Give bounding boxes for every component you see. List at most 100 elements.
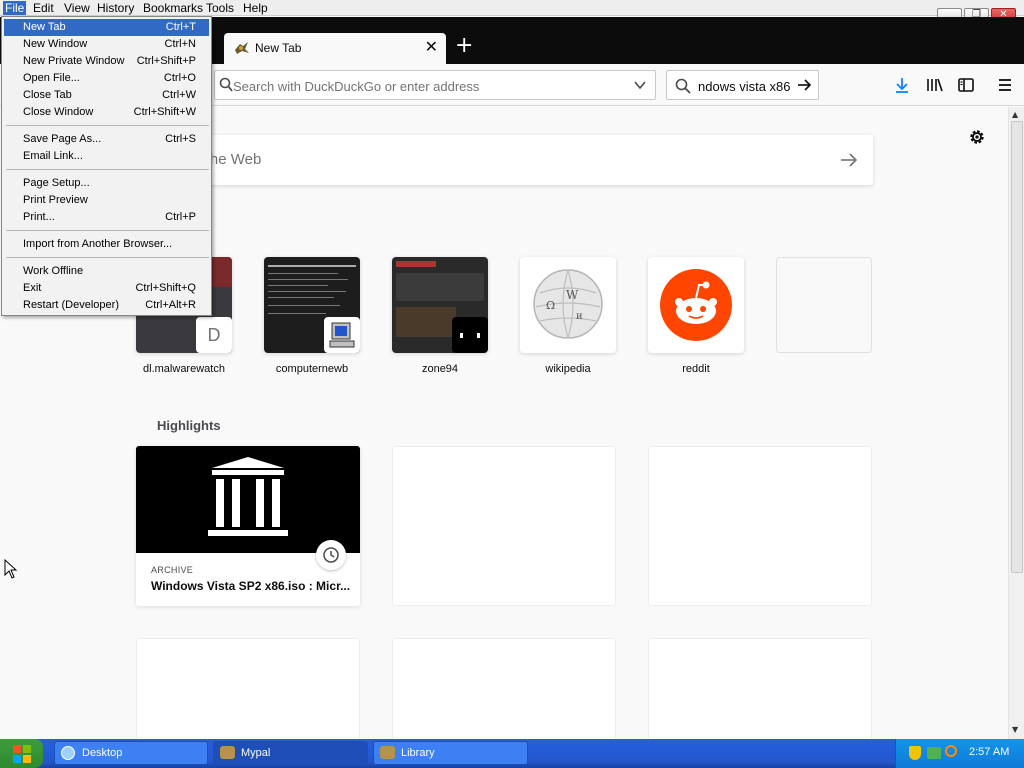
new-tab-plus-icon[interactable]: + (455, 35, 473, 57)
reddit-logo-icon (648, 257, 744, 353)
zone94-logo-icon (452, 317, 488, 353)
site-thumbnail (264, 257, 360, 353)
menu-item-save-page-as[interactable]: Save Page As... Ctrl+S (4, 131, 209, 148)
system-clock[interactable]: 2:57 AM (969, 746, 1009, 758)
top-site-label: reddit (682, 363, 710, 375)
search-tray-icon[interactable] (945, 745, 957, 757)
archive-thumbnail (136, 446, 360, 553)
gear-icon[interactable] (967, 127, 987, 147)
menu-item-import-browser[interactable]: Import from Another Browser... (4, 236, 209, 253)
security-shield-icon[interactable] (909, 746, 921, 760)
highlight-placeholder (136, 638, 360, 739)
site-badge: D (196, 317, 232, 353)
close-tab-icon[interactable]: ✕ (425, 37, 438, 56)
archive-building-icon (208, 457, 288, 536)
highlight-placeholder (392, 638, 616, 739)
top-site-label: computernewb (275, 363, 349, 375)
menu-separator (6, 125, 209, 126)
menu-view[interactable]: View (64, 1, 90, 15)
top-site-zone94[interactable]: zone94 (392, 257, 488, 375)
menu-file[interactable]: File (3, 1, 27, 15)
highlight-context: ARCHIVE (151, 565, 194, 575)
site-thumbnail (392, 257, 488, 353)
taskbar-button-label: Library (401, 747, 435, 759)
sidebar-icon[interactable] (958, 77, 974, 93)
url-bar[interactable]: Search with DuckDuckGo or enter address (214, 70, 656, 100)
scroll-down-arrow-icon[interactable]: ▼ (1012, 725, 1018, 734)
arrow-right-icon[interactable] (796, 77, 812, 93)
top-site-label: dl.malwarewatch (143, 363, 225, 375)
search-bar[interactable]: ndows vista x86 (666, 70, 819, 100)
search-icon (219, 77, 233, 92)
menu-help[interactable]: Help (243, 1, 268, 15)
network-icon[interactable] (927, 747, 941, 759)
highlights-heading: Highlights (157, 418, 221, 433)
top-site-empty[interactable] (776, 257, 872, 353)
menu-item-work-offline[interactable]: Work Offline (4, 263, 209, 280)
svg-text:и: и (576, 311, 583, 322)
svg-text:W: W (566, 288, 579, 302)
menu-item-print-preview[interactable]: Print Preview (4, 192, 209, 209)
chevron-down-icon[interactable] (633, 78, 647, 92)
clock-icon (316, 540, 346, 570)
menu-item-close-window[interactable]: Close Window Ctrl+Shift+W (4, 104, 209, 121)
menu-item-new-private-window[interactable]: New Private Window Ctrl+Shift+P (4, 53, 209, 70)
menu-edit[interactable]: Edit (33, 1, 54, 15)
start-button[interactable] (0, 739, 43, 768)
hamburger-menu-icon[interactable] (998, 77, 1012, 93)
svg-text:Ω: Ω (546, 299, 555, 312)
computer-icon (324, 317, 360, 353)
menu-tools[interactable]: Tools (206, 1, 234, 15)
tab-title: New Tab (255, 41, 302, 55)
menu-item-new-window[interactable]: New Window Ctrl+N (4, 36, 209, 53)
menu-item-open-file[interactable]: Open File... Ctrl+O (4, 70, 209, 87)
download-icon[interactable] (894, 77, 910, 93)
menu-item-new-tab[interactable]: New Tab Ctrl+T (4, 19, 209, 36)
mouse-cursor-icon (4, 559, 18, 579)
desktop-icon (61, 746, 75, 760)
top-site-wikipedia[interactable]: Ω W и wikipedia (520, 257, 616, 375)
system-tray: 2:57 AM (895, 739, 1024, 768)
scroll-up-arrow-icon[interactable]: ▲ (1012, 110, 1018, 119)
highlight-card[interactable]: ARCHIVE Windows Vista SP2 x86.iso : Micr… (136, 446, 360, 606)
menu-bookmarks[interactable]: Bookmarks (143, 1, 203, 15)
menu-separator (6, 169, 209, 170)
top-site-label: zone94 (421, 363, 459, 375)
file-menu-dropdown: New Tab Ctrl+T New Window Ctrl+N New Priva… (1, 16, 212, 316)
menu-separator (6, 230, 209, 231)
menubar: File Edit View History Bookmarks Tools H… (0, 0, 1024, 16)
menu-item-email-link[interactable]: Email Link... (4, 148, 209, 165)
menu-item-restart-developer[interactable]: Restart (Developer) Ctrl+Alt+R (4, 297, 209, 314)
top-site-label: wikipedia (545, 363, 591, 375)
taskbar-button-label: Desktop (82, 747, 123, 759)
search-bar-value: ndows vista x86 (698, 79, 791, 94)
menu-history[interactable]: History (97, 1, 134, 15)
url-bar-placeholder: Search with DuckDuckGo or enter address (233, 79, 480, 94)
menu-item-exit[interactable]: Exit Ctrl+Shift+Q (4, 280, 209, 297)
taskbar-button-desktop[interactable]: Desktop (54, 741, 208, 765)
wikipedia-globe-icon: Ω W и (520, 257, 616, 353)
mypal-icon (380, 746, 395, 759)
top-site-reddit[interactable]: reddit (648, 257, 744, 375)
mypal-icon (220, 746, 235, 759)
highlight-title: Windows Vista SP2 x86.iso : Micr... (151, 579, 351, 593)
vertical-scrollbar[interactable]: ▲ ▼ (1008, 107, 1024, 739)
scrollbar-thumb[interactable] (1011, 121, 1023, 573)
highlight-placeholder (392, 446, 616, 606)
taskbar-button-label: Mypal (241, 747, 271, 759)
web-search-box[interactable]: Search the Web (134, 135, 873, 185)
highlight-placeholder (648, 446, 872, 606)
arrow-right-icon[interactable] (839, 150, 859, 170)
search-icon (675, 78, 691, 94)
menu-item-print[interactable]: Print... Ctrl+P (4, 209, 209, 226)
taskbar-button-mypal[interactable]: Mypal (213, 741, 368, 765)
menu-item-close-tab[interactable]: Close Tab Ctrl+W (4, 87, 209, 104)
empty-site-slot (776, 257, 872, 353)
highlight-placeholder (648, 638, 872, 739)
menu-item-page-setup[interactable]: Page Setup... (4, 175, 209, 192)
tab-new-tab[interactable]: New Tab ✕ (224, 33, 446, 64)
library-icon[interactable] (926, 77, 943, 93)
top-site-computernewb[interactable]: computernewb (264, 257, 360, 375)
taskbar-button-library[interactable]: Library (373, 741, 528, 765)
menu-separator (6, 257, 209, 258)
